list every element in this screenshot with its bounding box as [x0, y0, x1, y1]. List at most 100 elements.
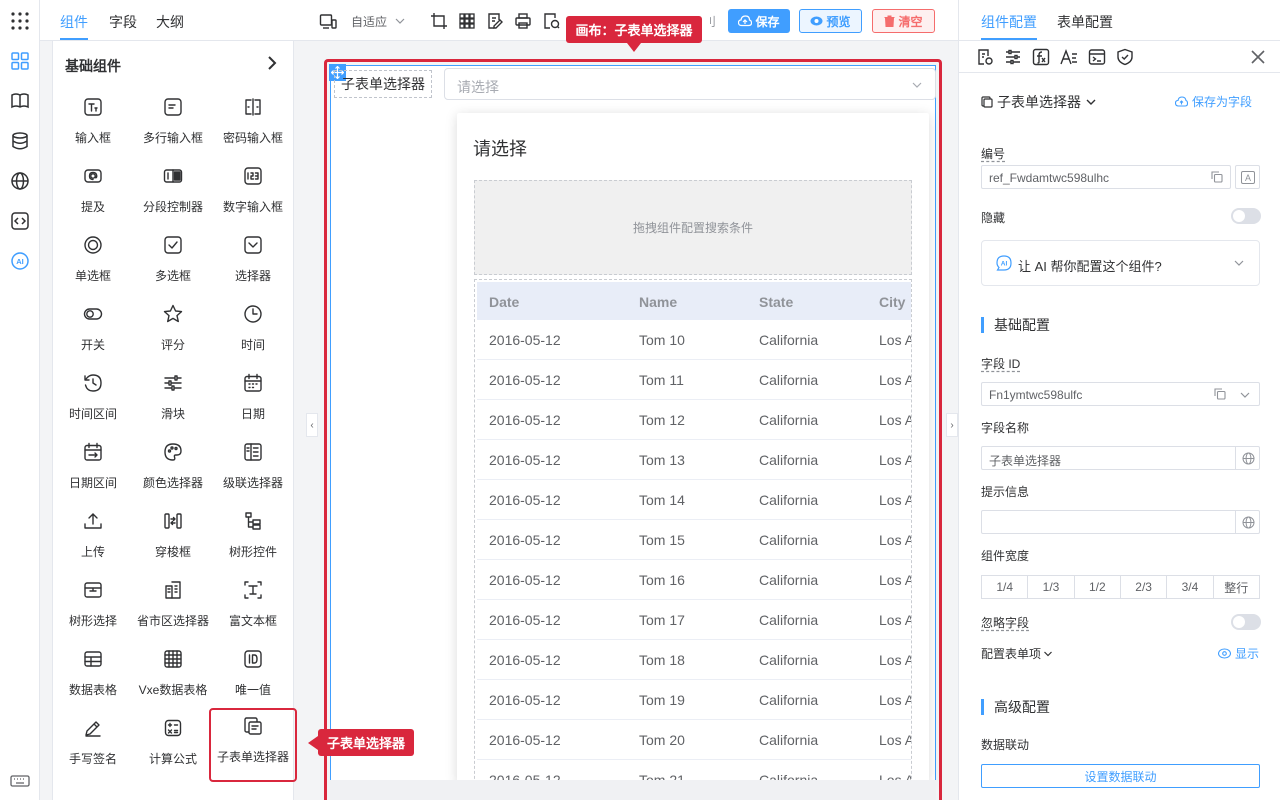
component-calendar[interactable]: 日期: [213, 367, 293, 433]
component-mention[interactable]: 提及: [53, 160, 133, 226]
database-icon[interactable]: [9, 130, 31, 152]
hidden-toggle[interactable]: [1231, 208, 1261, 224]
hint-input[interactable]: [981, 510, 1260, 534]
book-icon[interactable]: [9, 90, 31, 112]
subform-select-input[interactable]: 请选择: [444, 68, 936, 100]
globe-icon[interactable]: [9, 170, 31, 192]
edit-doc-icon[interactable]: [486, 12, 504, 30]
tab-fields[interactable]: 字段: [109, 12, 137, 32]
component-checkbox[interactable]: 多选框: [133, 229, 213, 295]
collapse-right-button[interactable]: ›: [946, 413, 958, 437]
chevron-down-icon[interactable]: [394, 12, 406, 30]
tab-component-config[interactable]: 组件配置: [981, 12, 1037, 32]
close-icon[interactable]: [1249, 48, 1267, 66]
component-textarea[interactable]: 多行输入框: [133, 91, 213, 157]
component-tree-select[interactable]: 树形选择: [53, 574, 133, 640]
set-data-linkage-button[interactable]: 设置数据联动: [981, 764, 1260, 788]
component-subform[interactable]: 子表单选择器: [209, 708, 297, 782]
component-transfer[interactable]: 穿梭框: [133, 505, 213, 571]
component-slider[interactable]: 滑块: [133, 367, 213, 433]
save-as-field-link[interactable]: 保存为字段: [1175, 93, 1252, 110]
component-cascader[interactable]: 级联选择器: [213, 436, 293, 502]
grid-icon[interactable]: [458, 12, 476, 30]
ai-icon[interactable]: AI: [9, 250, 31, 272]
table-row[interactable]: 2016-05-12 Tom 14 California Los A: [477, 480, 911, 520]
text-style-icon[interactable]: [1060, 48, 1078, 66]
table-row[interactable]: 2016-05-12 Tom 10 California Los A: [477, 320, 911, 360]
component-segmented[interactable]: 分段控制器: [133, 160, 213, 226]
component-number-input[interactable]: 数字输入框: [213, 160, 293, 226]
show-form-items-link[interactable]: 显示: [1218, 645, 1259, 662]
component-tree[interactable]: 树形控件: [213, 505, 293, 571]
column-header-city[interactable]: City: [879, 294, 905, 310]
components-icon[interactable]: [9, 50, 31, 72]
copy-icon[interactable]: [1214, 388, 1226, 400]
map-location-component[interactable]: [53, 795, 133, 800]
column-header-date[interactable]: Date: [489, 294, 519, 310]
chevron-right-icon[interactable]: [265, 55, 279, 71]
keyboard-icon[interactable]: [9, 770, 31, 792]
table-row[interactable]: 2016-05-12 Tom 15 California Los A: [477, 520, 911, 560]
crop-icon[interactable]: [430, 12, 448, 30]
component-text-input[interactable]: 输入框: [53, 91, 133, 157]
copy-icon[interactable]: [1211, 171, 1223, 183]
component-time-range[interactable]: 时间区间: [53, 367, 133, 433]
ignore-field-toggle[interactable]: [1231, 614, 1261, 630]
table-row[interactable]: 2016-05-12 Tom 20 California Los A: [477, 720, 911, 760]
width-option-2-3[interactable]: 2/3: [1121, 576, 1168, 598]
adaptive-select[interactable]: 自适应: [351, 13, 387, 30]
field-name-i18n[interactable]: [1235, 446, 1260, 470]
ai-assist-panel[interactable]: AI 让 AI 帮你配置这个组件?: [981, 240, 1260, 286]
field-id-select[interactable]: Fn1ymtwc598ulfc: [981, 382, 1260, 406]
sliders-icon[interactable]: [1004, 48, 1022, 66]
hint-i18n[interactable]: [1235, 510, 1260, 534]
width-option-full[interactable]: 整行: [1214, 576, 1259, 598]
clear-button[interactable]: 清空: [872, 9, 935, 33]
component-vxe-table[interactable]: Vxe数据表格: [133, 643, 213, 709]
component-region[interactable]: 省市区选择器: [133, 574, 213, 640]
component-palette[interactable]: 颜色选择器: [133, 436, 213, 502]
field-name-input[interactable]: 子表单选择器: [981, 446, 1260, 470]
json-icon[interactable]: [542, 12, 560, 30]
tab-form-config[interactable]: 表单配置: [1057, 12, 1113, 32]
script-window-icon[interactable]: [1088, 48, 1106, 66]
table-row[interactable]: 2016-05-12 Tom 13 California Los A: [477, 440, 911, 480]
component-password-input[interactable]: 密码输入框: [213, 91, 293, 157]
table-row[interactable]: 2016-05-12 Tom 19 California Los A: [477, 680, 911, 720]
component-pen[interactable]: 手写签名: [53, 712, 133, 778]
tab-outline[interactable]: 大纲: [156, 12, 184, 32]
component-date-range[interactable]: 日期区间: [53, 436, 133, 502]
component-clock[interactable]: 时间: [213, 298, 293, 364]
component-star[interactable]: 评分: [133, 298, 213, 364]
column-header-name[interactable]: Name: [639, 294, 677, 310]
component-id[interactable]: 唯一值: [213, 643, 293, 709]
table-row[interactable]: 2016-05-12 Tom 17 California Los A: [477, 600, 911, 640]
shield-check-icon[interactable]: [1116, 48, 1134, 66]
component-table[interactable]: 数据表格: [53, 643, 133, 709]
id-format-button[interactable]: A: [1235, 165, 1260, 189]
table-row[interactable]: 2016-05-12 Tom 18 California Los A: [477, 640, 911, 680]
width-option-3-4[interactable]: 3/4: [1167, 576, 1214, 598]
function-icon[interactable]: [1032, 48, 1050, 66]
component-upload[interactable]: 上传: [53, 505, 133, 571]
form-items-config[interactable]: 配置表单项: [981, 645, 1053, 662]
tab-components[interactable]: 组件: [60, 12, 88, 32]
apps-grid-icon[interactable]: [9, 10, 31, 32]
width-option-1-4[interactable]: 1/4: [982, 576, 1029, 598]
collapse-left-button[interactable]: ‹: [306, 413, 318, 437]
table-row[interactable]: 2016-05-12 Tom 16 California Los A: [477, 560, 911, 600]
save-button[interactable]: 保存: [728, 9, 790, 33]
component-settings-icon[interactable]: [976, 48, 994, 66]
component-calculator[interactable]: 计算公式: [133, 712, 213, 778]
form-canvas[interactable]: 子表单选择器 请选择 请选择 拖拽组件配置搜索条件 Date Name Stat…: [329, 64, 936, 784]
print-icon[interactable]: [514, 12, 532, 30]
component-radio[interactable]: 单选框: [53, 229, 133, 295]
id-field[interactable]: ref_Fwdamtwc598ulhc: [981, 165, 1231, 189]
chevron-down-icon[interactable]: [1239, 390, 1251, 400]
table-row[interactable]: 2016-05-12 Tom 11 California Los A: [477, 360, 911, 400]
selected-component-selector[interactable]: 子表单选择器: [981, 92, 1097, 112]
code-icon[interactable]: [9, 210, 31, 232]
column-header-state[interactable]: State: [759, 294, 793, 310]
width-option-1-3[interactable]: 1/3: [1028, 576, 1075, 598]
preview-button[interactable]: 预览: [799, 9, 862, 33]
